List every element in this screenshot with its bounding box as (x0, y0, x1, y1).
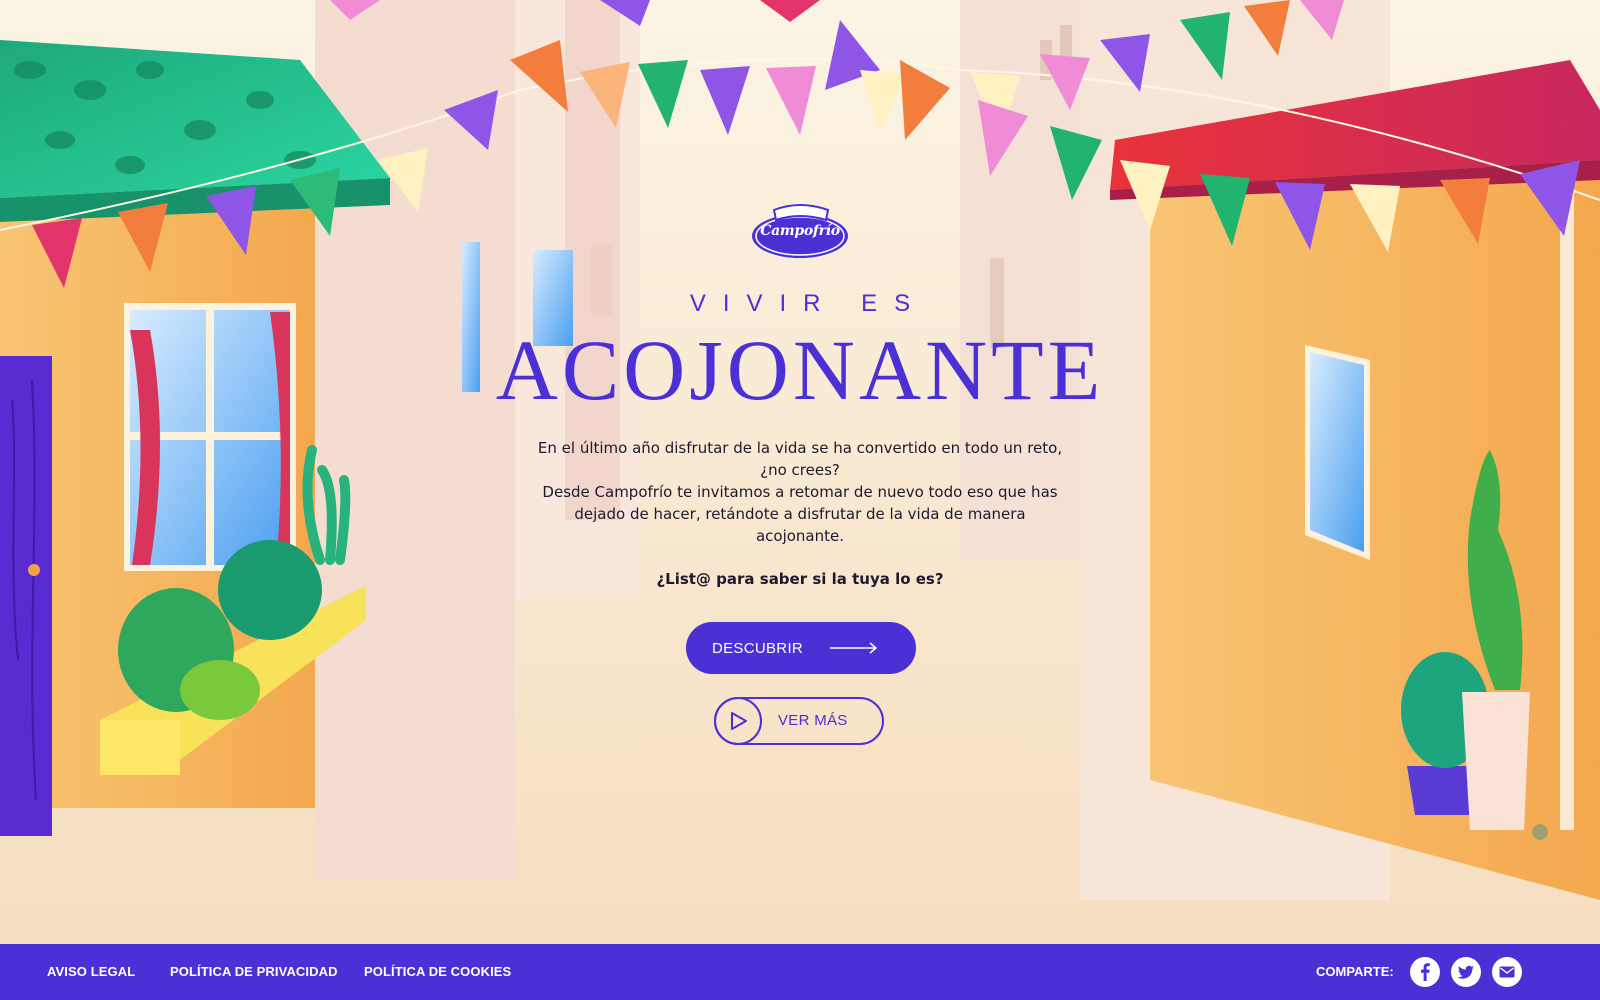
logo-text: Campofrío (760, 223, 840, 239)
twitter-icon[interactable] (1451, 957, 1481, 987)
see-more-button[interactable]: VER MÁS (714, 697, 884, 745)
arrow-right-icon (830, 642, 878, 654)
mail-icon[interactable] (1492, 957, 1522, 987)
discover-button[interactable]: DESCUBRIR (686, 622, 916, 674)
campofrio-logo[interactable]: Campofrío (748, 196, 852, 266)
play-icon (714, 697, 762, 745)
see-more-button-label: VER MÁS (778, 712, 848, 729)
intro-paragraph-1: En el último año disfrutar de la vida se… (537, 439, 1063, 479)
hero-intro: En el último año disfrutar de la vida se… (530, 437, 1070, 547)
share-label: COMPARTE: (1316, 964, 1394, 979)
facebook-icon[interactable] (1410, 957, 1440, 987)
hero-kicker: VIVIR ES (689, 290, 928, 317)
discover-button-label: DESCUBRIR (712, 639, 804, 657)
site-footer: AVISO LEGAL POLÍTICA DE PRIVACIDAD POLÍT… (0, 944, 1600, 1000)
footer-link-legal[interactable]: AVISO LEGAL (47, 964, 135, 979)
hero-headline: ACOJONANTE (495, 322, 1105, 418)
footer-link-cookies[interactable]: POLÍTICA DE COOKIES (364, 964, 511, 979)
hero-question: ¿List@ para saber si la tuya lo es? (656, 570, 944, 588)
hero-section: Campofrío VIVIR ES ACOJONANTE En el últi… (0, 0, 1600, 944)
intro-paragraph-2: Desde Campofrío te invitamos a retomar d… (542, 483, 1058, 545)
footer-link-privacy[interactable]: POLÍTICA DE PRIVACIDAD (170, 964, 338, 979)
